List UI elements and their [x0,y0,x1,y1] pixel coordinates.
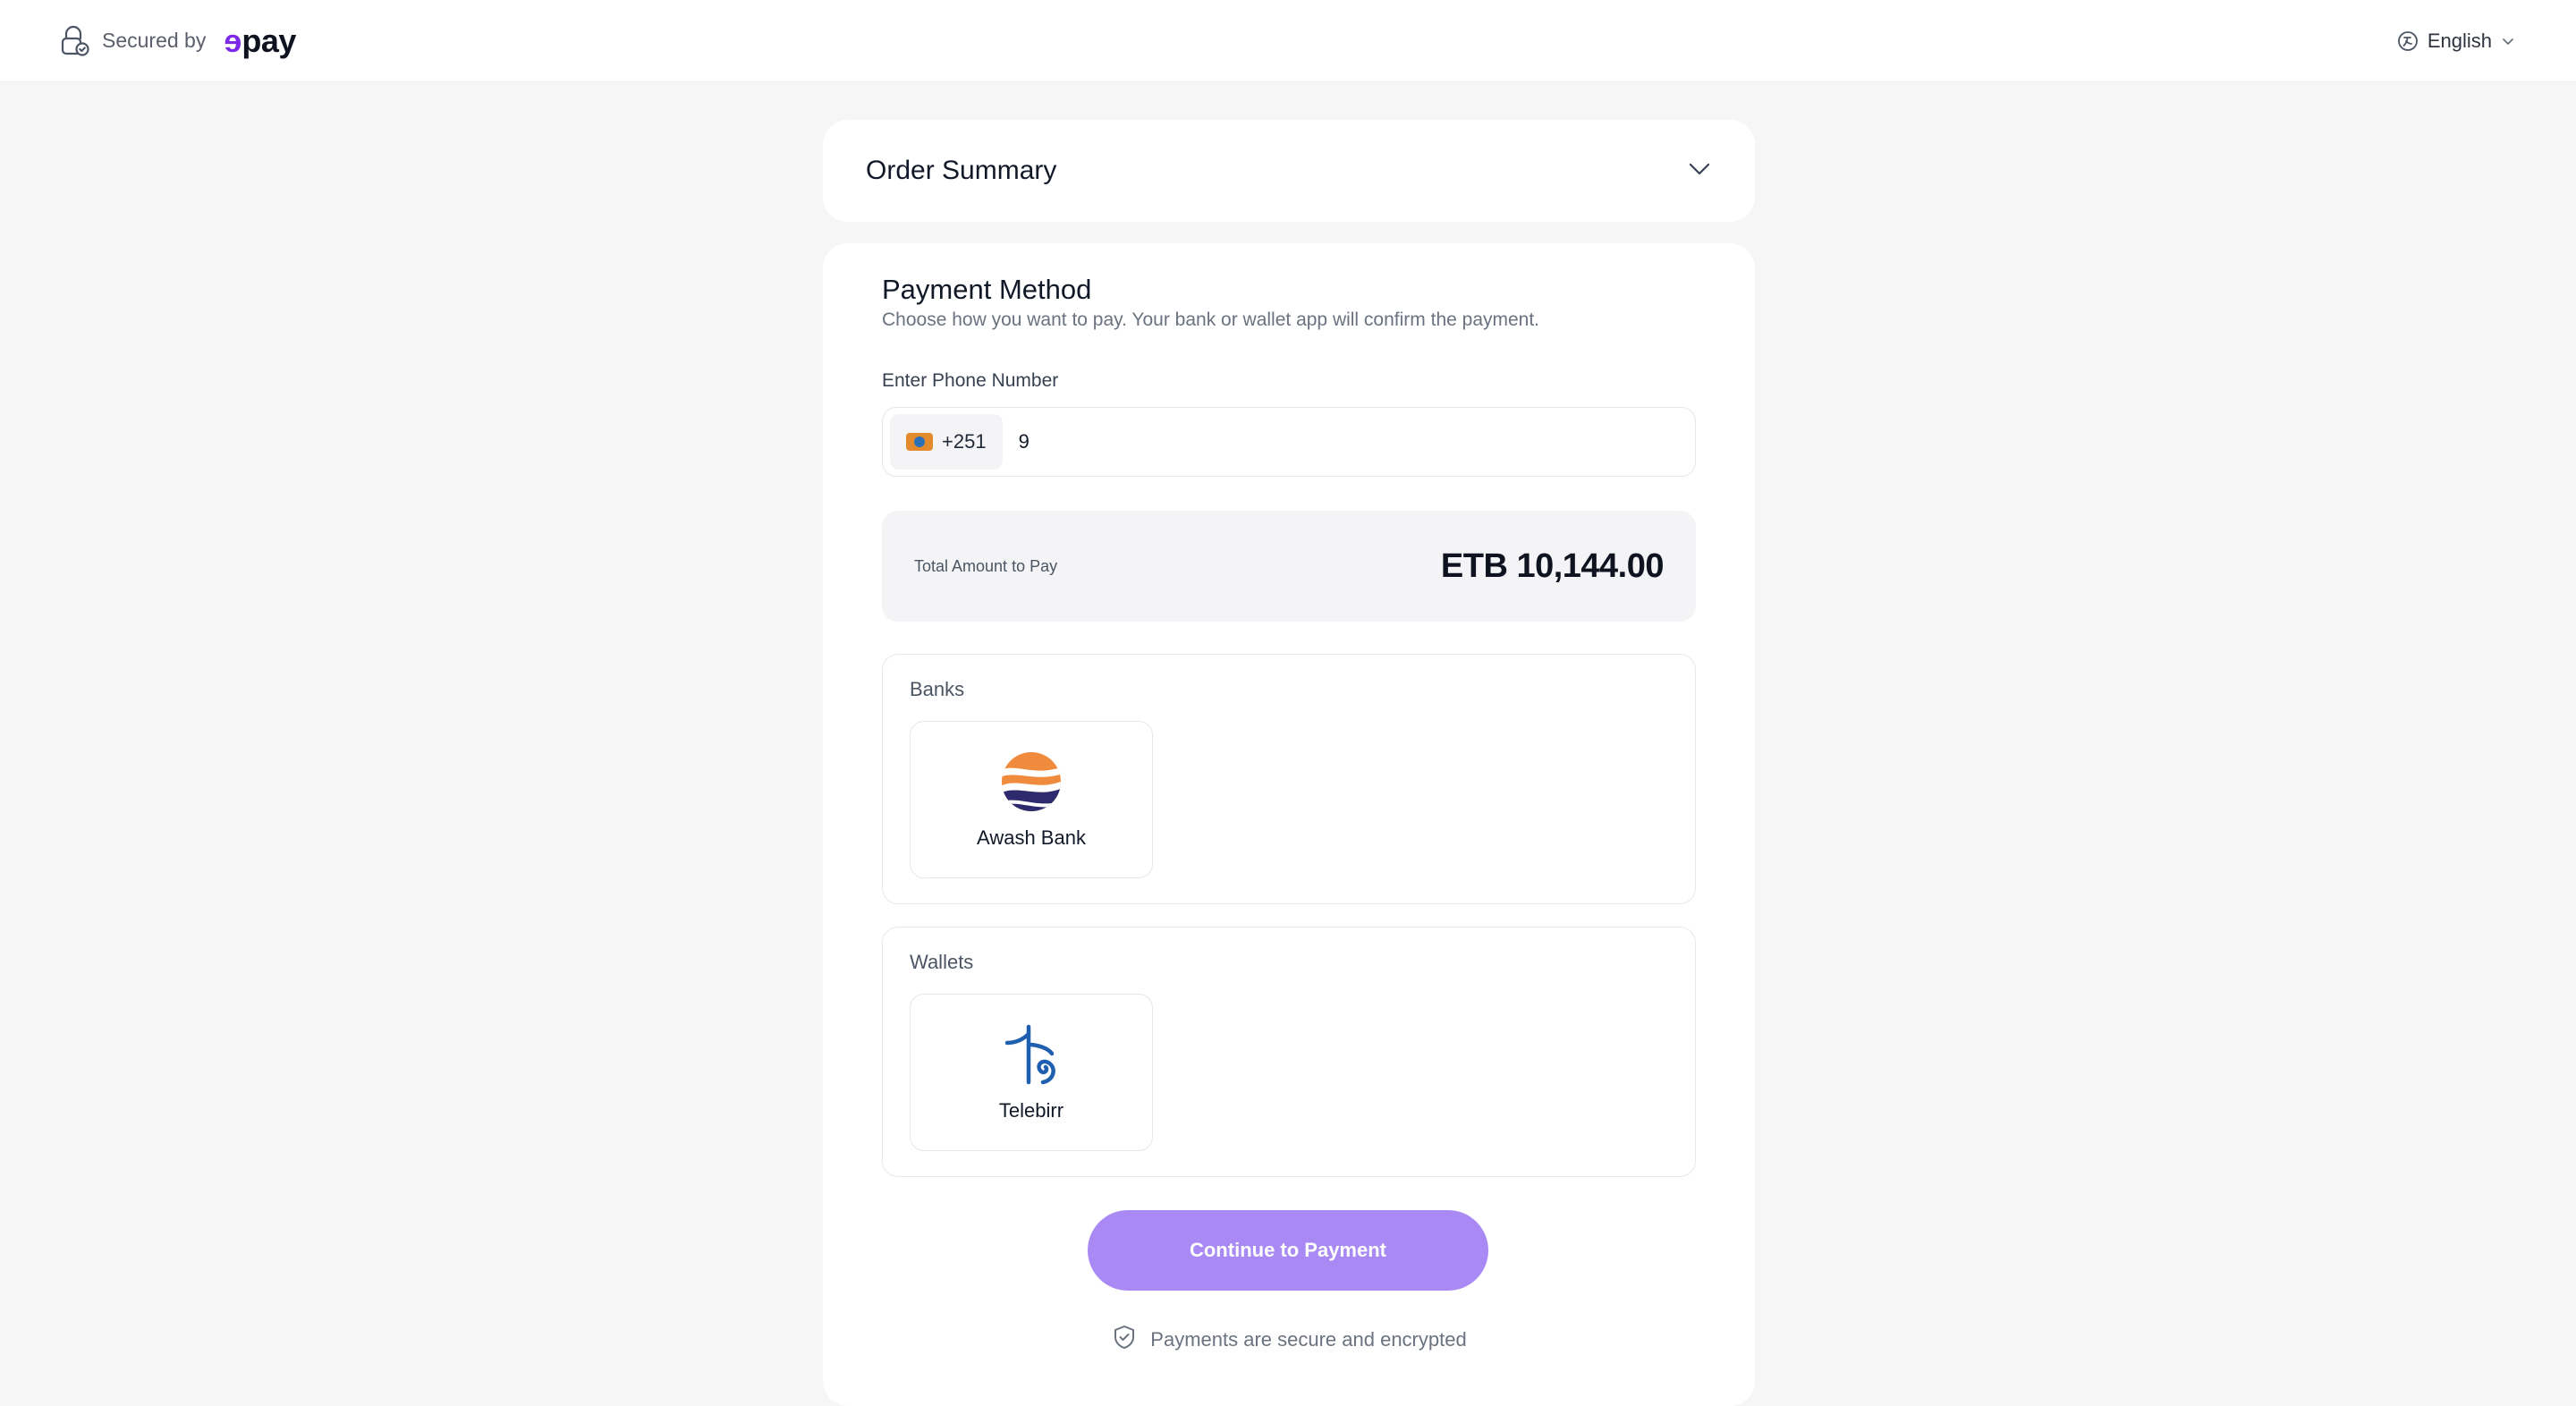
continue-to-payment-button[interactable]: Continue to Payment [1088,1210,1488,1291]
wallets-group: Wallets Telebirr [882,927,1696,1177]
secure-note-text: Payments are secure and encrypted [1150,1328,1467,1351]
language-selector[interactable]: English [2397,30,2515,53]
brand-logo: ɘ pay [224,21,296,59]
brand-logo-e: ɘ [224,21,242,59]
payment-method-subtitle: Choose how you want to pay. Your bank or… [882,309,1540,330]
bank-option-label: Awash Bank [977,826,1086,849]
chevron-down-icon[interactable] [1687,157,1712,186]
wallets-label: Wallets [910,951,974,973]
secured-by-label: Secured by [102,29,207,52]
wallet-option-label: Telebirr [998,1098,1064,1122]
bank-option-awash[interactable]: Awash Bank [910,721,1153,878]
brand-logo-text: pay [242,21,296,59]
shield-check-icon [1111,1324,1138,1356]
secured-by: Secured by ɘ pay [59,21,296,59]
total-amount-value: ETB 10,144.00 [1440,546,1665,585]
lock-icon [59,25,89,57]
telebirr-logo-icon [1002,1023,1061,1090]
language-icon [2397,30,2419,52]
total-amount-box: Total Amount to Pay ETB 10,144.00 [882,511,1696,622]
top-bar: Secured by ɘ pay English [0,0,2576,82]
payment-method-card: Payment Method Choose how you want to pa… [823,243,1755,1406]
wallet-option-telebirr[interactable]: Telebirr [910,994,1153,1151]
banks-group: Banks Awash Bank [882,654,1696,904]
payment-method-title: Payment Method [882,274,1092,305]
chevron-down-icon [2501,34,2515,48]
phone-input[interactable] [1018,430,1695,453]
country-code: +251 [942,430,987,453]
secure-note: Payments are secure and encrypted [823,1324,1755,1356]
awash-bank-logo-icon [1000,750,1063,817]
phone-field[interactable]: +251 [882,407,1696,477]
country-code-selector[interactable]: +251 [890,414,1003,470]
ethiopia-flag-icon [906,433,933,451]
language-label: English [2427,29,2492,52]
phone-label: Enter Phone Number [882,370,1059,391]
order-summary-title: Order Summary [866,156,1057,185]
order-summary-card[interactable]: Order Summary [823,120,1755,222]
banks-label: Banks [910,678,965,700]
total-amount-label: Total Amount to Pay [914,556,1058,575]
